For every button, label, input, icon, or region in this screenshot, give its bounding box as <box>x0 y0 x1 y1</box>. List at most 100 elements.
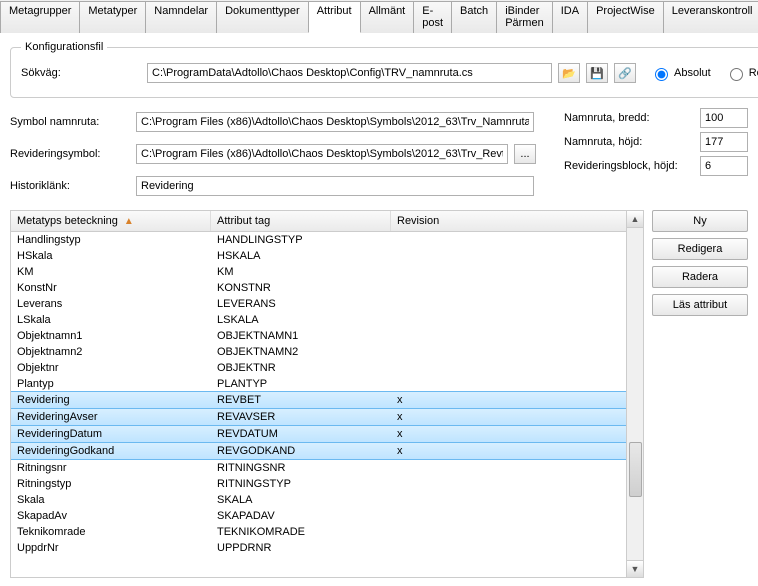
redigera-button[interactable]: Redigera <box>652 238 748 260</box>
tab-e-post[interactable]: E-post <box>413 1 452 33</box>
table-row[interactable]: HSkalaHSKALA <box>11 248 626 264</box>
table-row[interactable]: RevideringREVBETx <box>11 391 626 409</box>
histo-label: Historiklänk: <box>10 180 130 192</box>
scroll-up-icon[interactable]: ▲ <box>627 211 643 228</box>
table-cell: Handlingstyp <box>17 234 217 246</box>
ny-button[interactable]: Ny <box>652 210 748 232</box>
tab-namndelar[interactable]: Namndelar <box>145 1 217 33</box>
radio-absolut[interactable]: Absolut <box>650 65 711 81</box>
table-cell: Objektnr <box>17 362 217 374</box>
nr-bredd-label: Namnruta, bredd: <box>564 112 694 124</box>
table-row[interactable]: LSkalaLSKALA <box>11 312 626 328</box>
revblock-input[interactable] <box>700 156 748 176</box>
radio-relativ[interactable]: Relativ <box>725 65 758 81</box>
nr-bredd-input[interactable] <box>700 108 748 128</box>
tab-batch[interactable]: Batch <box>451 1 497 33</box>
table-row[interactable]: UppdrNrUPPDRNR <box>11 540 626 556</box>
nr-hojd-label: Namnruta, höjd: <box>564 136 694 148</box>
table-row[interactable]: RitningsnrRITNINGSNR <box>11 460 626 476</box>
table-cell: Plantyp <box>17 378 217 390</box>
table-cell: PLANTYP <box>217 378 397 390</box>
table-row[interactable]: ObjektnrOBJEKTNR <box>11 360 626 376</box>
table-cell: HSKALA <box>217 250 397 262</box>
open-icon[interactable]: 📂 <box>558 63 580 83</box>
table-body[interactable]: HandlingstypHANDLINGSTYPHSkalaHSKALAKMKM… <box>11 232 626 577</box>
tab-ibinder-pärmen[interactable]: iBinder Pärmen <box>496 1 553 33</box>
table-row[interactable]: RevideringAvserREVAVSERx <box>11 408 626 426</box>
radio-absolut-input[interactable] <box>655 68 668 81</box>
table-row[interactable]: LeveransLEVERANS <box>11 296 626 312</box>
table-row[interactable]: KMKM <box>11 264 626 280</box>
table-row[interactable]: HandlingstypHANDLINGSTYP <box>11 232 626 248</box>
table-cell <box>397 234 597 246</box>
revsym-input[interactable] <box>136 144 508 164</box>
table-cell <box>397 510 597 522</box>
table-cell: LSKALA <box>217 314 397 326</box>
table-cell: HSkala <box>17 250 217 262</box>
table-cell: REVBET <box>217 394 397 406</box>
tab-metatyper[interactable]: Metatyper <box>79 1 146 33</box>
table-row[interactable]: RitningstypRITNINGSTYP <box>11 476 626 492</box>
scroll-down-icon[interactable]: ▼ <box>627 560 643 577</box>
table-cell: Leverans <box>17 298 217 310</box>
sokvag-input[interactable] <box>147 63 552 83</box>
scroll-thumb[interactable] <box>629 442 642 497</box>
table-cell: KM <box>17 266 217 278</box>
histo-input[interactable] <box>136 176 534 196</box>
sort-asc-icon: ▲ <box>124 216 134 227</box>
save-icon[interactable]: 💾 <box>586 63 608 83</box>
attribute-table: Metatyps beteckning ▲ Attribut tag Revis… <box>10 210 644 578</box>
tab-metagrupper[interactable]: Metagrupper <box>0 1 80 33</box>
browse-button[interactable]: ... <box>514 144 536 164</box>
table-cell: RevideringAvser <box>17 411 217 423</box>
table-row[interactable]: SkalaSKALA <box>11 492 626 508</box>
table-cell: x <box>397 394 597 406</box>
table-cell <box>397 494 597 506</box>
table-cell: KONSTNR <box>217 282 397 294</box>
table-cell: REVAVSER <box>217 411 397 423</box>
link-icon[interactable]: 🔗 <box>614 63 636 83</box>
table-row[interactable]: TeknikomradeTEKNIKOMRADE <box>11 524 626 540</box>
table-row[interactable]: RevideringGodkandREVGODKANDx <box>11 442 626 460</box>
table-row[interactable]: KonstNrKONSTNR <box>11 280 626 296</box>
table-cell <box>397 250 597 262</box>
tab-dokumenttyper[interactable]: Dokumenttyper <box>216 1 309 33</box>
table-cell <box>397 462 597 474</box>
radio-relativ-input[interactable] <box>730 68 743 81</box>
table-cell <box>397 362 597 374</box>
revsym-label: Revideringsymbol: <box>10 148 130 160</box>
table-cell: RevideringGodkand <box>17 445 217 457</box>
table-cell: LEVERANS <box>217 298 397 310</box>
radera-button[interactable]: Radera <box>652 266 748 288</box>
nr-hojd-input[interactable] <box>700 132 748 152</box>
config-legend: Konfigurationsfil <box>21 41 107 53</box>
tab-attribut[interactable]: Attribut <box>308 1 361 33</box>
las-attribut-button[interactable]: Läs attribut <box>652 294 748 316</box>
tab-allmänt[interactable]: Allmänt <box>360 1 415 33</box>
table-cell: OBJEKTNAMN2 <box>217 346 397 358</box>
symbol-input[interactable] <box>136 112 534 132</box>
table-cell <box>397 330 597 342</box>
table-row[interactable]: SkapadAvSKAPADAV <box>11 508 626 524</box>
table-row[interactable]: PlantypPLANTYP <box>11 376 626 392</box>
tab-ida[interactable]: IDA <box>552 1 588 33</box>
table-cell: RITNINGSNR <box>217 462 397 474</box>
table-cell <box>397 346 597 358</box>
config-fieldset: Konfigurationsfil Sökväg: 📂 💾 🔗 Absolut … <box>10 41 758 98</box>
table-cell <box>397 378 597 390</box>
sokvag-label: Sökväg: <box>21 67 141 79</box>
table-cell <box>397 282 597 294</box>
col-metatyps[interactable]: Metatyps beteckning ▲ <box>11 211 211 231</box>
tab-projectwise[interactable]: ProjectWise <box>587 1 664 33</box>
table-row[interactable]: RevideringDatumREVDATUMx <box>11 425 626 443</box>
tab-leveranskontroll[interactable]: Leveranskontroll <box>663 1 758 33</box>
col-attributtag[interactable]: Attribut tag <box>211 211 391 231</box>
table-row[interactable]: Objektnamn2OBJEKTNAMN2 <box>11 344 626 360</box>
table-cell <box>397 478 597 490</box>
vertical-scrollbar[interactable]: ▲ ▼ <box>626 211 643 577</box>
col-revision[interactable]: Revision <box>391 211 591 231</box>
table-cell: SKALA <box>217 494 397 506</box>
table-cell: SkapadAv <box>17 510 217 522</box>
table-cell: HANDLINGSTYP <box>217 234 397 246</box>
table-row[interactable]: Objektnamn1OBJEKTNAMN1 <box>11 328 626 344</box>
